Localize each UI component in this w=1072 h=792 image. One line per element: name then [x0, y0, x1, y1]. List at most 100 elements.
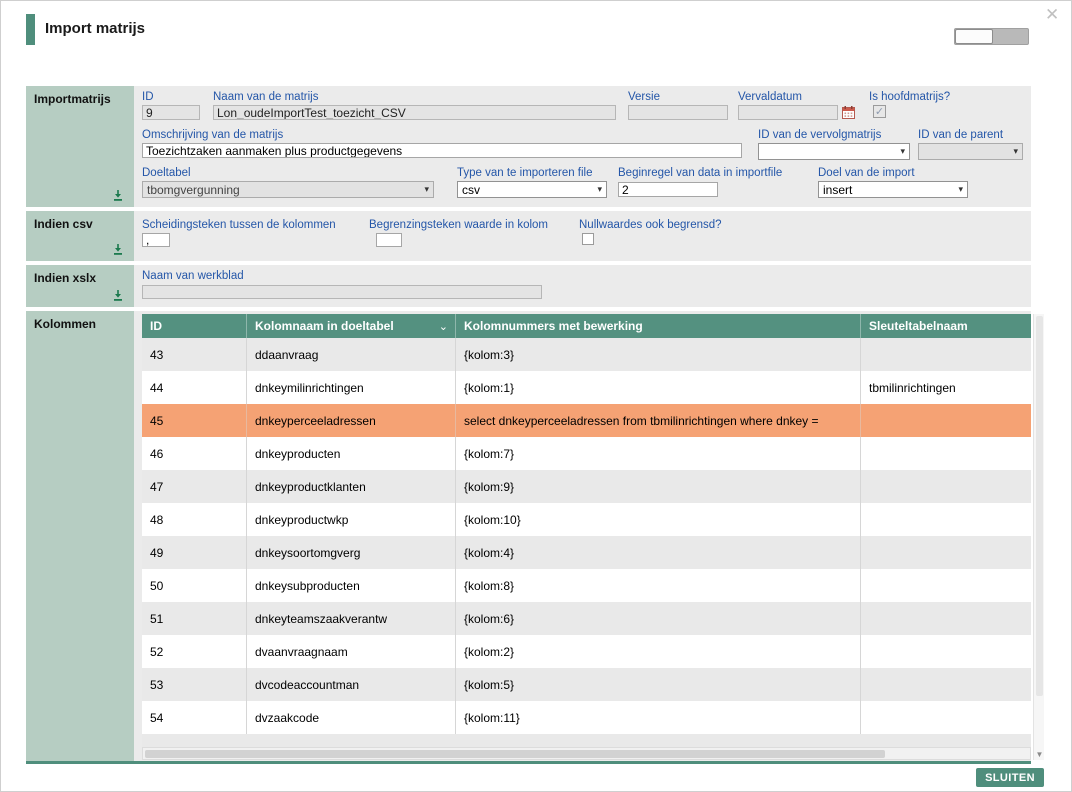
id-vervolgmatrijs-select[interactable]: ▾ — [758, 143, 910, 160]
cell-kolomnaam: dnkeysoortomgverg — [247, 536, 456, 569]
select-value: tbomgvergunning — [147, 183, 240, 197]
chevron-down-icon: ▾ — [597, 184, 602, 195]
select-value: insert — [823, 183, 852, 197]
label-naam-matrijs: Naam van de matrijs — [213, 91, 318, 103]
label-begrenzingsteken: Begrenzingsteken waarde in kolom — [369, 219, 548, 231]
horizontal-scrollbar-thumb[interactable] — [145, 750, 885, 758]
cell-kolomnaam: dvzaakcode — [247, 701, 456, 734]
label-id: ID — [142, 91, 154, 103]
table-row[interactable]: 44 dnkeymilinrichtingen {kolom:1} tbmili… — [142, 371, 1031, 404]
cell-kolomnummers: {kolom:7} — [456, 437, 861, 470]
cell-sleuteltabelnaam — [861, 470, 1031, 503]
table-row[interactable]: 43 ddaanvraag {kolom:3} — [142, 338, 1031, 371]
table-row[interactable]: 46 dnkeyproducten {kolom:7} — [142, 437, 1031, 470]
arrow-down-icon[interactable] — [112, 243, 124, 255]
cell-id: 53 — [142, 668, 247, 701]
doel-import-select[interactable]: insert ▾ — [818, 181, 968, 198]
cell-kolomnaam: dnkeysubproducten — [247, 569, 456, 602]
versie-field[interactable] — [628, 105, 728, 120]
header-label: Kolomnaam in doeltabel — [255, 319, 394, 333]
vervaldatum-field[interactable] — [738, 105, 838, 120]
cell-kolomnaam: dvcodeaccountman — [247, 668, 456, 701]
sluiten-button[interactable]: SLUITEN — [976, 768, 1044, 787]
nullwaardes-checkbox[interactable] — [582, 233, 594, 245]
cell-id: 52 — [142, 635, 247, 668]
label-vervaldatum: Vervaldatum — [738, 91, 802, 103]
arrow-down-icon[interactable] — [112, 289, 124, 301]
chevron-down-icon: ▾ — [900, 146, 905, 157]
cell-kolomnummers: select dnkeyperceeladressen from tbmilin… — [456, 404, 861, 437]
cell-id: 45 — [142, 404, 247, 437]
cell-kolomnaam: dnkeyproductwkp — [247, 503, 456, 536]
cell-id: 50 — [142, 569, 247, 602]
label-werkblad: Naam van werkblad — [142, 270, 244, 282]
label-is-hoofdmatrijs: Is hoofdmatrijs? — [869, 91, 950, 103]
header-label: Sleuteltabelnaam — [869, 319, 968, 333]
table-row[interactable]: 51 dnkeyteamszaakverantw {kolom:6} — [142, 602, 1031, 635]
sidebar-label-importmatrijs: Importmatrijs — [26, 86, 134, 106]
cell-kolomnummers: {kolom:9} — [456, 470, 861, 503]
cell-id: 43 — [142, 338, 247, 371]
cell-sleuteltabelnaam — [861, 668, 1031, 701]
cell-sleuteltabelnaam — [861, 602, 1031, 635]
cell-id: 48 — [142, 503, 247, 536]
table-row[interactable]: 45 dnkeyperceeladressen select dnkeyperc… — [142, 404, 1031, 437]
table-row[interactable]: 48 dnkeyproductwkp {kolom:10} — [142, 503, 1031, 536]
cell-kolomnaam: dnkeyproducten — [247, 437, 456, 470]
cell-kolomnummers: {kolom:2} — [456, 635, 861, 668]
chevron-down-icon: ▾ — [424, 184, 429, 195]
vertical-scrollbar[interactable]: ▼ — [1033, 314, 1044, 760]
cell-kolomnaam: dnkeyproductklanten — [247, 470, 456, 503]
cell-sleuteltabelnaam — [861, 536, 1031, 569]
sidebar-label-indien-xslx: Indien xslx — [26, 265, 134, 285]
id-field[interactable] — [142, 105, 200, 120]
begrenzingsteken-field[interactable] — [376, 233, 402, 247]
chevron-down-icon: ▾ — [1013, 146, 1018, 157]
cell-kolomnummers: {kolom:5} — [456, 668, 861, 701]
arrow-down-icon[interactable] — [112, 189, 124, 201]
kolommen-table: ID Kolomnaam in doeltabel ⌄ Kolomnummers… — [142, 314, 1031, 734]
table-row[interactable]: 52 dvaanvraagnaam {kolom:2} — [142, 635, 1031, 668]
table-row[interactable]: 50 dnkeysubproducten {kolom:8} — [142, 569, 1031, 602]
col-header-kolomnaam[interactable]: Kolomnaam in doeltabel ⌄ — [247, 314, 456, 338]
label-beginregel: Beginregel van data in importfile — [618, 167, 782, 179]
beginregel-field[interactable] — [618, 182, 718, 197]
label-id-vervolgmatrijs: ID van de vervolgmatrijs — [758, 129, 881, 141]
scroll-down-arrow-icon[interactable]: ▼ — [1034, 750, 1045, 759]
cell-id: 51 — [142, 602, 247, 635]
label-id-parent: ID van de parent — [918, 129, 1003, 141]
kolommen-table-body: 43 ddaanvraag {kolom:3} 44 dnkeymilinric… — [142, 338, 1031, 734]
horizontal-scrollbar[interactable] — [142, 747, 1031, 760]
label-doel-import: Doel van de import — [818, 167, 915, 179]
toggle-knob — [955, 29, 993, 44]
cell-kolomnaam: dnkeyperceeladressen — [247, 404, 456, 437]
sort-icon: ⌄ — [439, 320, 448, 333]
check-icon: ✓ — [875, 105, 884, 118]
toggle-switch[interactable] — [954, 28, 1029, 45]
table-row[interactable]: 49 dnkeysoortomgverg {kolom:4} — [142, 536, 1031, 569]
table-row[interactable]: 47 dnkeyproductklanten {kolom:9} — [142, 470, 1031, 503]
cell-kolomnaam: dnkeymilinrichtingen — [247, 371, 456, 404]
cell-kolomnummers: {kolom:1} — [456, 371, 861, 404]
dialog-bottom-border — [26, 761, 1031, 764]
doeltabel-select[interactable]: tbomgvergunning ▾ — [142, 181, 434, 198]
cell-kolomnummers: {kolom:8} — [456, 569, 861, 602]
omschrijving-field[interactable] — [142, 143, 742, 158]
calendar-icon[interactable] — [842, 106, 855, 119]
table-row[interactable]: 54 dvzaakcode {kolom:11} — [142, 701, 1031, 734]
is-hoofdmatrijs-checkbox[interactable]: ✓ — [873, 105, 886, 118]
label-omschrijving: Omschrijving van de matrijs — [142, 129, 283, 141]
close-icon[interactable]: ✕ — [1045, 5, 1059, 25]
table-row[interactable]: 53 dvcodeaccountman {kolom:5} — [142, 668, 1031, 701]
vertical-scrollbar-thumb[interactable] — [1036, 316, 1043, 696]
type-file-select[interactable]: csv ▾ — [457, 181, 607, 198]
scheidingsteken-field[interactable] — [142, 233, 170, 247]
id-parent-select[interactable]: ▾ — [918, 143, 1023, 160]
select-value: csv — [462, 183, 480, 197]
naam-matrijs-field[interactable] — [213, 105, 616, 120]
cell-sleuteltabelnaam — [861, 503, 1031, 536]
chevron-down-icon: ▾ — [958, 184, 963, 195]
dialog-title: Import matrijs — [45, 20, 145, 37]
werkblad-field[interactable] — [142, 285, 542, 299]
cell-kolomnummers: {kolom:10} — [456, 503, 861, 536]
